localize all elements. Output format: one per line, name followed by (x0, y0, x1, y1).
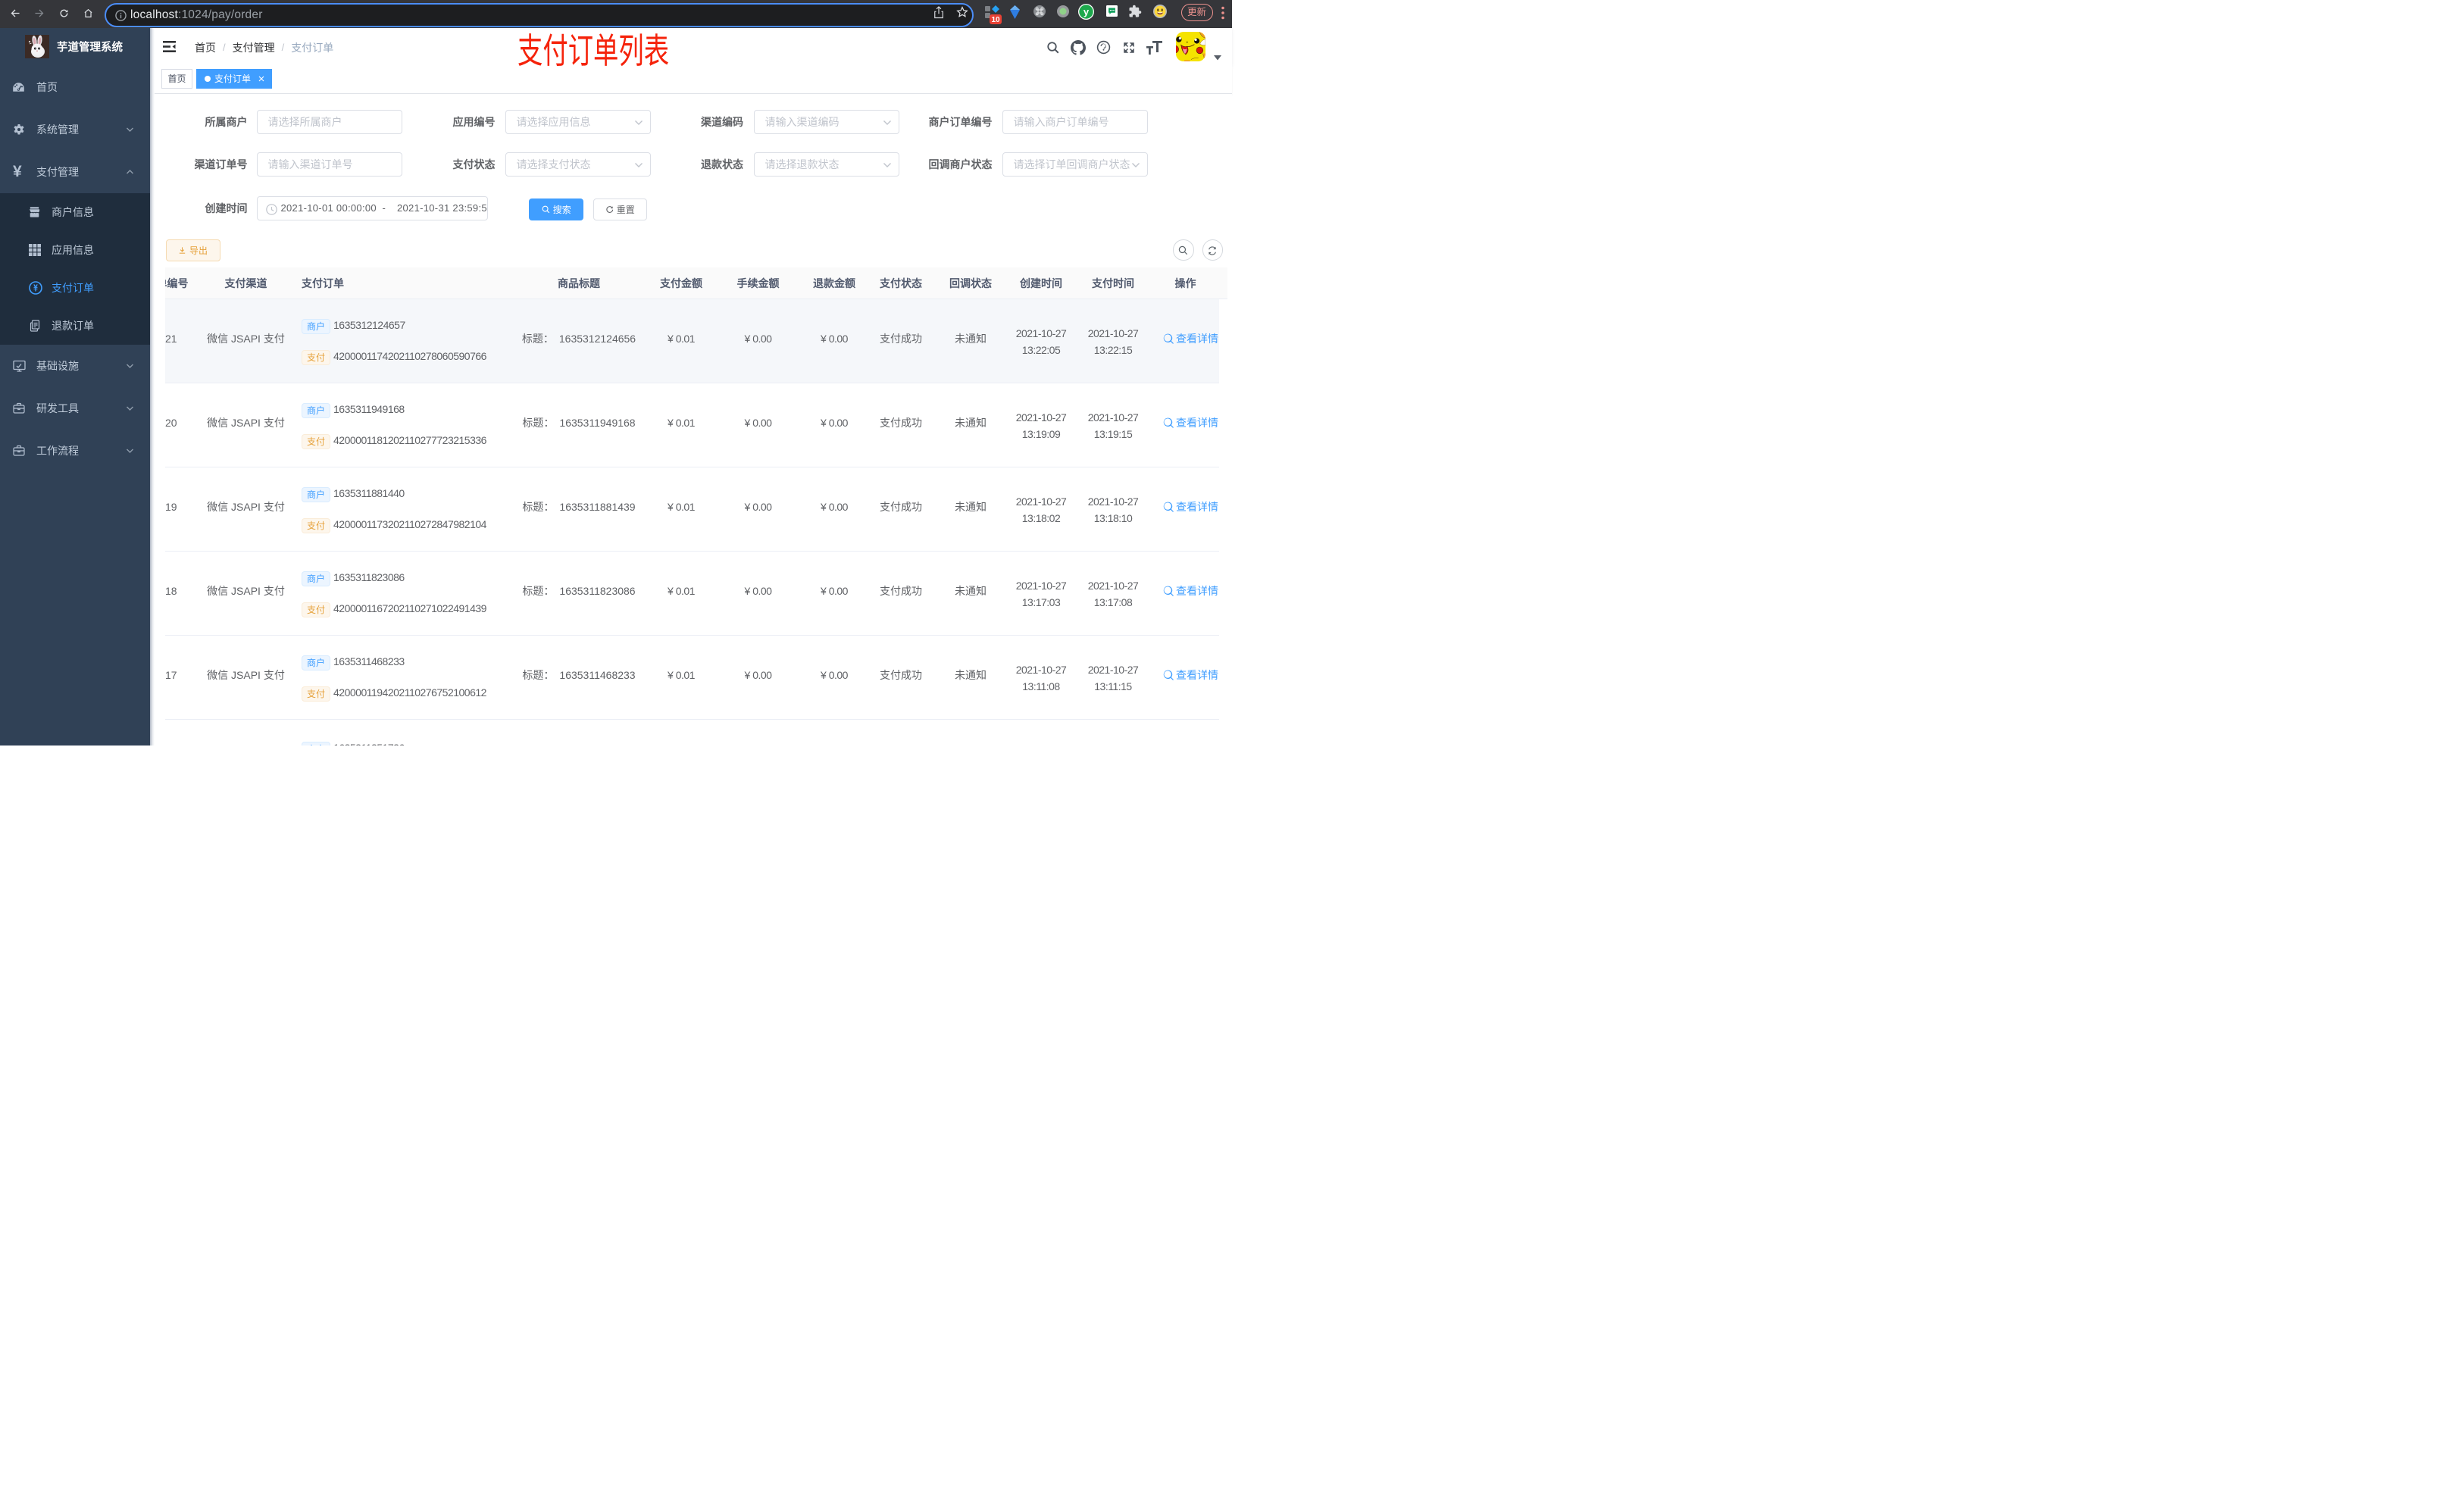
svg-text:y: y (1083, 6, 1090, 17)
svg-text:10: 10 (991, 16, 1000, 24)
